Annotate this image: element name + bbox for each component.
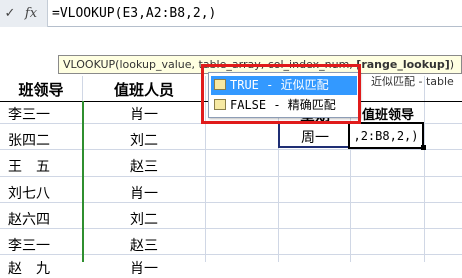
table-cell[interactable]: 刘七八 [0,183,70,203]
table-cell[interactable]: 肖一 [83,258,205,278]
table-cell[interactable]: 赵三 [83,156,205,176]
table-cell[interactable]: 李三一 [0,235,70,255]
screentip-close: ) [449,58,455,71]
table-cell[interactable]: 王 五 [0,156,70,176]
header-leader[interactable]: 班领导 [0,79,82,100]
highlight-box [201,64,361,124]
enter-check-icon[interactable]: ✓ [2,0,18,27]
table-cell[interactable]: 李三一 [0,104,70,124]
header-staff[interactable]: 值班人员 [83,79,205,100]
argument-description: 近似匹配 - table [371,75,454,88]
table-cell[interactable]: 肖一 [83,104,205,124]
fill-handle[interactable] [421,145,426,150]
formula-cell-text: ,2:B8,2,) [353,129,419,143]
grid-line [0,176,462,177]
formula-bar-buttons: ✓ fx [0,0,48,27]
table-cell[interactable]: 刘二 [83,130,205,150]
table-cell[interactable]: 刘二 [83,209,205,229]
header-duty-leader[interactable]: 值班领导 [352,104,424,123]
table-cell[interactable]: 赵 九 [0,258,70,278]
table-cell[interactable]: 肖一 [83,183,205,203]
table-cell[interactable]: 张四二 [0,130,70,150]
insert-function-button[interactable]: fx [20,0,42,27]
table-cell[interactable]: 赵三 [83,235,205,255]
formula-input[interactable]: =VLOOKUP(E3,A2:B8,2,) [52,0,216,27]
grid-line [424,76,425,262]
formula-bar: ✓ fx =VLOOKUP(E3,A2:B8,2,) [0,0,462,27]
table-cell[interactable]: 赵六四 [0,209,70,229]
week-value: 周一 [301,130,329,146]
screentip-current-arg[interactable]: [range_lookup] [356,58,449,71]
